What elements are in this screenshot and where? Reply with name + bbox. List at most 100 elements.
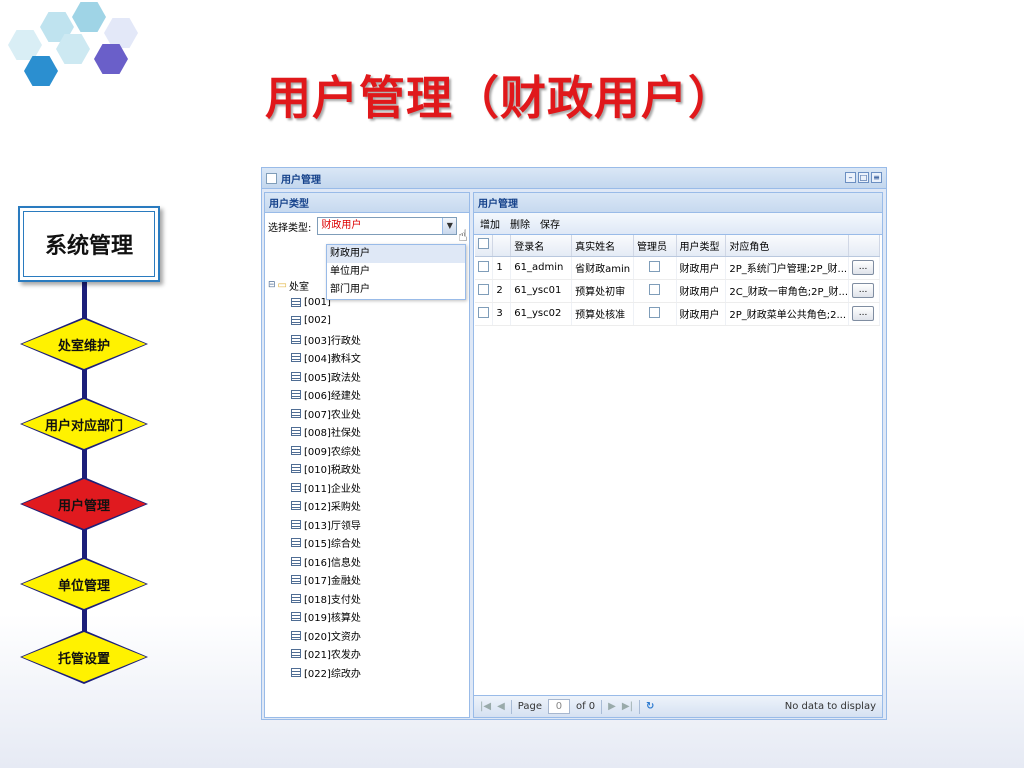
column-roles[interactable]: 对应角色 xyxy=(725,235,850,257)
add-button[interactable]: 增加 xyxy=(480,216,500,231)
tree-node[interactable]: [003]行政处 xyxy=(268,330,361,349)
admin-cell[interactable] xyxy=(633,302,677,326)
user-type-panel-header: 用户类型 xyxy=(265,193,469,213)
last-page-icon[interactable]: ▶| xyxy=(622,701,633,712)
tree-node[interactable]: [021]农发办 xyxy=(268,645,361,664)
tree-node[interactable]: [018]支付处 xyxy=(268,589,361,608)
table-row[interactable]: 1 61_admin 省财政amin 财政用户 2P_系统门户管理;2P_财..… xyxy=(475,256,880,280)
page-label: Page xyxy=(517,701,542,712)
tree-node-label: [005]政法处 xyxy=(304,372,361,384)
tree-node[interactable]: [019]核算处 xyxy=(268,608,361,627)
column-admin[interactable]: 管理员 xyxy=(633,235,677,257)
tree-node[interactable]: [017]金融处 xyxy=(268,571,361,590)
save-button[interactable]: 保存 xyxy=(540,216,560,231)
delete-button[interactable]: 删除 xyxy=(510,216,530,231)
dropdown-option[interactable]: 财政用户 xyxy=(327,245,465,263)
admin-checkbox[interactable] xyxy=(649,283,661,295)
leaf-icon xyxy=(291,612,301,622)
tree-node[interactable]: [005]政法处 xyxy=(268,367,361,386)
name-cell: 省财政amin xyxy=(571,256,635,280)
minimize-icon[interactable]: – xyxy=(845,172,856,183)
window-tools: – □ ≡ xyxy=(845,172,882,183)
row-number: 3 xyxy=(492,302,512,326)
dropdown-option[interactable]: 单位用户 xyxy=(327,263,465,281)
admin-checkbox[interactable] xyxy=(649,260,661,272)
tree-node-label: [007]农业处 xyxy=(304,409,361,421)
tree-root-label: 处室 xyxy=(289,281,309,293)
leaf-icon xyxy=(291,630,301,640)
column-user-type[interactable]: 用户类型 xyxy=(676,235,727,257)
tree-node[interactable]: [009]农综处 xyxy=(268,441,361,460)
prev-page-icon[interactable]: ◀ xyxy=(497,701,505,712)
type-dropdown-list: 财政用户 单位用户 部门用户 xyxy=(326,244,466,300)
tree-node[interactable]: [016]信息处 xyxy=(268,552,361,571)
login-cell: 61_admin xyxy=(510,256,573,280)
tree-node[interactable]: [011]企业处 xyxy=(268,478,361,497)
window-title: 用户管理 xyxy=(281,174,321,186)
login-cell: 61_ysc01 xyxy=(510,279,573,303)
edit-roles-button[interactable]: ... xyxy=(852,260,875,275)
pager-separator xyxy=(638,699,640,714)
action-cell: ... xyxy=(848,302,880,326)
tree-node-label: [012]采购处 xyxy=(304,502,361,514)
flow-step-hosting-settings: 托管设置 xyxy=(22,632,146,682)
page-input[interactable]: 0 xyxy=(547,699,570,714)
flow-step-dept-maintenance: 处室维护 xyxy=(22,319,146,369)
tree-node[interactable]: [015]综合处 xyxy=(268,534,361,553)
tree-node[interactable]: [008]社保处 xyxy=(268,423,361,442)
refresh-icon[interactable]: ↻ xyxy=(646,701,654,712)
tree-node[interactable]: [007]农业处 xyxy=(268,404,361,423)
tree-node[interactable]: [010]税政处 xyxy=(268,460,361,479)
column-login[interactable]: 登录名 xyxy=(510,235,573,257)
edit-roles-button[interactable]: ... xyxy=(852,306,875,321)
system-management-box: 系统管理 xyxy=(18,206,160,282)
restore-icon[interactable]: ≡ xyxy=(871,172,882,183)
login-cell: 61_ysc02 xyxy=(510,302,573,326)
row-checkbox[interactable] xyxy=(478,260,489,272)
type-select-combo[interactable]: 财政用户 ▼ xyxy=(317,217,458,235)
leaf-icon xyxy=(291,575,301,585)
row-checkbox[interactable] xyxy=(478,283,489,295)
table-row[interactable]: 3 61_ysc02 预算处核准 财政用户 2P_财政菜单公共角色;2... .… xyxy=(475,302,880,326)
column-real-name[interactable]: 真实姓名 xyxy=(571,235,635,257)
tree-node[interactable]: [020]文资办 xyxy=(268,626,361,645)
select-all-header[interactable] xyxy=(475,235,494,257)
admin-cell[interactable] xyxy=(633,279,677,303)
next-page-icon[interactable]: ▶ xyxy=(608,701,616,712)
tree-node[interactable]: [006]经建处 xyxy=(268,386,361,405)
edit-roles-button[interactable]: ... xyxy=(852,283,875,298)
leaf-icon xyxy=(291,334,301,344)
tree-node-label: [003]行政处 xyxy=(304,335,361,347)
name-cell: 预算处初审 xyxy=(571,279,635,303)
collapse-icon[interactable]: ⊟ xyxy=(268,280,276,290)
action-cell: ... xyxy=(848,256,880,280)
row-checkbox[interactable] xyxy=(478,306,489,318)
pager-separator xyxy=(601,699,603,714)
row-checkbox-cell[interactable] xyxy=(475,256,494,280)
tree-node[interactable]: [012]采购处 xyxy=(268,497,361,516)
tree-node[interactable]: [022]综改办 xyxy=(268,663,361,682)
type-cell: 财政用户 xyxy=(676,302,727,326)
admin-cell[interactable] xyxy=(633,256,677,280)
name-cell: 预算处核准 xyxy=(571,302,635,326)
tree-node[interactable]: [004]教科文 xyxy=(268,349,361,368)
first-page-icon[interactable]: |◀ xyxy=(480,701,491,712)
decor-hexagon xyxy=(104,18,138,48)
maximize-icon[interactable]: □ xyxy=(858,172,869,183)
tree-node-label: [002] xyxy=(304,315,331,327)
admin-checkbox[interactable] xyxy=(649,306,661,318)
chevron-down-icon[interactable]: ▼ xyxy=(442,218,457,234)
table-row[interactable]: 2 61_ysc01 预算处初审 财政用户 2C_财政一审角色;2P_财... … xyxy=(475,279,880,303)
row-checkbox-cell[interactable] xyxy=(475,279,494,303)
table-header-row: 登录名 真实姓名 管理员 用户类型 对应角色 xyxy=(475,235,880,257)
user-management-window: 用户管理 – □ ≡ 用户类型 选择类型: 财政用户 ▼ ⊟ ▭ 处室 [001… xyxy=(261,167,887,720)
row-checkbox-cell[interactable] xyxy=(475,302,494,326)
leaf-icon xyxy=(291,482,301,492)
leaf-icon xyxy=(291,371,301,381)
tree-node[interactable]: [002] xyxy=(268,312,361,331)
tree-node[interactable]: [013]厅领导 xyxy=(268,515,361,534)
tree-node-label: [006]经建处 xyxy=(304,391,361,403)
tree-node-label: [016]信息处 xyxy=(304,557,361,569)
select-all-checkbox[interactable] xyxy=(478,238,489,250)
dropdown-option[interactable]: 部门用户 xyxy=(327,281,465,299)
